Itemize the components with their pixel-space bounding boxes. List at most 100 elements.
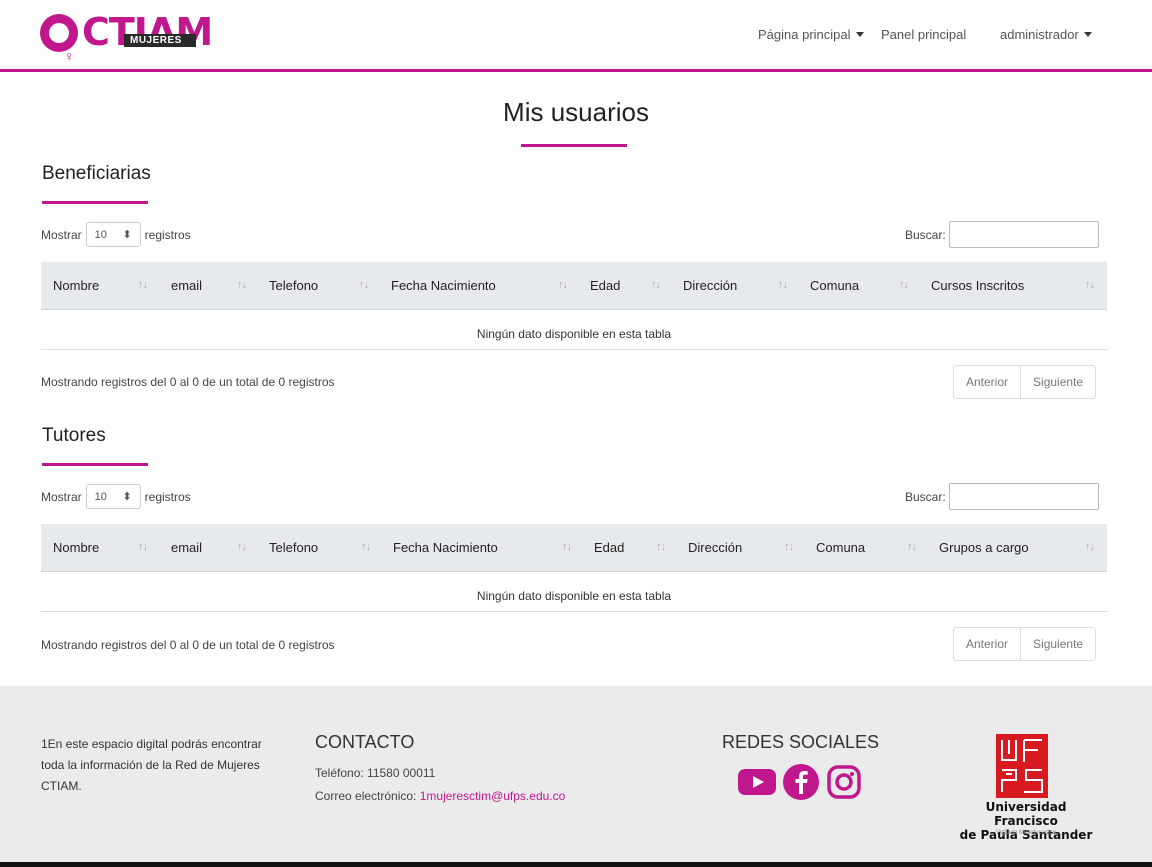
sort-icon: ↑↓	[1085, 279, 1095, 291]
sort-icon: ↑↓	[907, 541, 917, 553]
youtube-icon[interactable]	[738, 767, 776, 797]
page-length-value: 10	[94, 490, 107, 503]
venus-symbol-icon: ♀	[64, 48, 75, 64]
table-header-row: Nombre ↑↓ email ↑↓ Telefono ↑↓ Fecha Nac…	[41, 262, 1107, 310]
sort-asc-icon: ↑↓	[138, 541, 148, 553]
top-navbar: ♀ CTIAM MUJERES Página principal Panel p…	[0, 0, 1152, 72]
previous-page-button[interactable]: Anterior	[954, 628, 1020, 660]
sort-icon: ↑↓	[558, 279, 568, 291]
sort-icon: ↑↓	[359, 279, 369, 291]
sort-icon: ↑↓	[899, 279, 909, 291]
page-length-value: 10	[94, 228, 107, 241]
user-menu-dropdown[interactable]: administrador	[1000, 27, 1092, 42]
ufps-emblem-icon	[996, 734, 1048, 798]
footer: 1En este espacio digital podrás encontra…	[0, 686, 1152, 862]
table-length-control: Mostrar 10 ⬍ registros	[41, 222, 191, 247]
nav-panel-link[interactable]: Panel principal	[881, 27, 966, 42]
sort-icon: ↑↓	[778, 279, 788, 291]
column-header-grupos-a-cargo[interactable]: Grupos a cargo	[939, 540, 1029, 555]
contact-phone: Teléfono: 11580 00011	[315, 766, 436, 780]
logo-subtitle: MUJERES	[124, 34, 196, 47]
sort-asc-icon: ↑↓	[138, 279, 148, 291]
table-info: Mostrando registros del 0 al 0 de un tot…	[41, 638, 335, 652]
search-label: Buscar:	[905, 489, 946, 504]
search-label: Buscar:	[905, 227, 946, 242]
social-heading: REDES SOCIALES	[722, 732, 880, 752]
sort-updown-icon: ⬍	[122, 229, 132, 241]
contact-email-link[interactable]: 1mujeresctim@ufps.edu.co	[420, 789, 566, 803]
column-header-nombre[interactable]: Nombre	[53, 278, 99, 293]
ctiam-logo[interactable]: ♀ CTIAM MUJERES	[40, 10, 240, 64]
user-menu-label: administrador	[1000, 27, 1079, 42]
page-length-select[interactable]: 10 ⬍	[85, 484, 141, 509]
sort-icon: ↑↓	[237, 279, 247, 291]
length-label-before: Mostrar	[41, 227, 82, 242]
title-underline	[521, 144, 627, 147]
empty-table-message: Ningún dato disponible en esta tabla	[476, 327, 672, 341]
contact-email-line: Correo electrónico: 1mujeresctim@ufps.ed…	[315, 789, 565, 803]
column-header-direccion[interactable]: Dirección	[683, 278, 737, 293]
university-tagline: Vigilada Mineducación	[996, 830, 1056, 836]
chevron-down-icon	[855, 32, 864, 37]
column-header-nombre[interactable]: Nombre	[53, 540, 99, 555]
column-header-edad[interactable]: Edad	[590, 278, 620, 293]
contact-heading: CONTACTO	[315, 732, 415, 752]
previous-page-button[interactable]: Anterior	[954, 366, 1020, 398]
next-page-button[interactable]: Siguiente	[1020, 628, 1095, 660]
table-bottom-border	[41, 611, 1107, 612]
search-input[interactable]	[948, 221, 1099, 248]
column-header-telefono[interactable]: Telefono	[269, 278, 318, 293]
sort-icon: ↑↓	[784, 541, 794, 553]
ufps-logo: Universidad Francisco de Paula Santander…	[956, 730, 1096, 860]
facebook-icon[interactable]	[782, 763, 820, 801]
column-header-cursos-inscritos[interactable]: Cursos Inscritos	[931, 278, 1024, 293]
column-header-fecha-nacimiento[interactable]: Fecha Nacimiento	[393, 540, 498, 555]
nav-home-dropdown[interactable]: Página principal	[758, 27, 864, 42]
instagram-icon[interactable]	[826, 764, 862, 800]
nav-home-label: Página principal	[758, 27, 851, 42]
table-bottom-border	[41, 349, 1107, 350]
university-name-line1: Universidad Francisco	[985, 800, 1067, 828]
section-title-tutores: Tutores	[42, 425, 106, 446]
contact-email-label: Correo electrónico:	[315, 789, 420, 803]
column-header-email[interactable]: email	[171, 278, 202, 293]
length-label-before: Mostrar	[41, 489, 82, 504]
sort-icon: ↑↓	[562, 541, 572, 553]
sort-icon: ↑↓	[237, 541, 247, 553]
column-header-comuna[interactable]: Comuna	[810, 278, 859, 293]
next-page-button[interactable]: Siguiente	[1020, 366, 1095, 398]
sort-icon: ↑↓	[1085, 541, 1095, 553]
empty-table-message: Ningún dato disponible en esta tabla	[476, 589, 672, 603]
table-search: Buscar:	[905, 483, 1099, 510]
table-search: Buscar:	[905, 221, 1099, 248]
section-title-beneficiarias: Beneficiarias	[42, 163, 151, 184]
pagination: Anterior Siguiente	[953, 627, 1097, 661]
social-links	[738, 763, 862, 801]
table-length-control: Mostrar 10 ⬍ registros	[41, 484, 191, 509]
column-header-edad[interactable]: Edad	[594, 540, 624, 555]
page-length-select[interactable]: 10 ⬍	[85, 222, 141, 247]
search-input[interactable]	[948, 483, 1099, 510]
pagination: Anterior Siguiente	[953, 365, 1097, 399]
footer-bottom-bar	[0, 862, 1152, 867]
page-title: Mis usuarios	[503, 97, 649, 127]
sort-icon: ↑↓	[656, 541, 666, 553]
length-label-after: registros	[144, 227, 191, 242]
column-header-email[interactable]: email	[171, 540, 202, 555]
column-header-comuna[interactable]: Comuna	[816, 540, 865, 555]
column-header-fecha-nacimiento[interactable]: Fecha Nacimiento	[391, 278, 496, 293]
footer-about-text: 1En este espacio digital podrás encontra…	[41, 737, 262, 793]
sort-updown-icon: ⬍	[122, 491, 132, 503]
section-underline	[42, 463, 148, 466]
length-label-after: registros	[144, 489, 191, 504]
logo-text: CTIAM	[82, 10, 213, 54]
column-header-telefono[interactable]: Telefono	[269, 540, 318, 555]
logo-emblem-icon	[40, 14, 78, 52]
chevron-down-icon	[1083, 32, 1092, 37]
table-info: Mostrando registros del 0 al 0 de un tot…	[41, 375, 335, 389]
section-underline	[42, 201, 148, 204]
table-header-row: Nombre ↑↓ email ↑↓ Telefono ↑↓ Fecha Nac…	[41, 524, 1107, 572]
column-header-direccion[interactable]: Dirección	[688, 540, 742, 555]
sort-icon: ↑↓	[361, 541, 371, 553]
sort-icon: ↑↓	[651, 279, 661, 291]
